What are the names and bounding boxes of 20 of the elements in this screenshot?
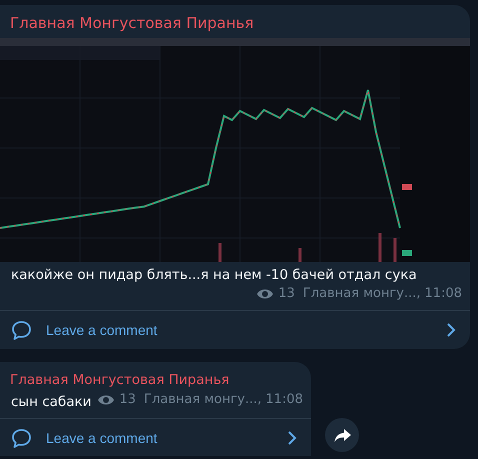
author-name: Главная Монгустовая Пиранья xyxy=(9,13,255,34)
comment-button[interactable]: Leave a comment xyxy=(0,419,311,456)
author-signature: Главная монгу..., xyxy=(144,392,262,407)
chevron-right-icon xyxy=(446,323,456,337)
chevron-right-icon xyxy=(287,431,297,445)
speech-bubble-icon xyxy=(11,320,32,340)
comment-button[interactable]: Leave a comment xyxy=(0,311,470,349)
message-time: 11:08 xyxy=(266,392,303,407)
message-text: сын сабаки xyxy=(11,394,92,410)
share-arrow-icon xyxy=(334,428,350,442)
message-time: 11:08 xyxy=(424,286,462,301)
eye-icon xyxy=(97,394,116,406)
eye-icon xyxy=(256,288,274,300)
view-count: 13 xyxy=(119,392,136,407)
message-text: какойже он пидар блять...я на нем -10 бачей отдал сука xyxy=(10,266,418,283)
author-signature: Главная монгу..., xyxy=(302,286,421,301)
author-name: Главная Монгустовая Пиранья xyxy=(9,371,230,390)
share-button[interactable] xyxy=(325,418,359,452)
view-count: 13 xyxy=(278,286,295,301)
speech-bubble-icon xyxy=(11,428,32,448)
